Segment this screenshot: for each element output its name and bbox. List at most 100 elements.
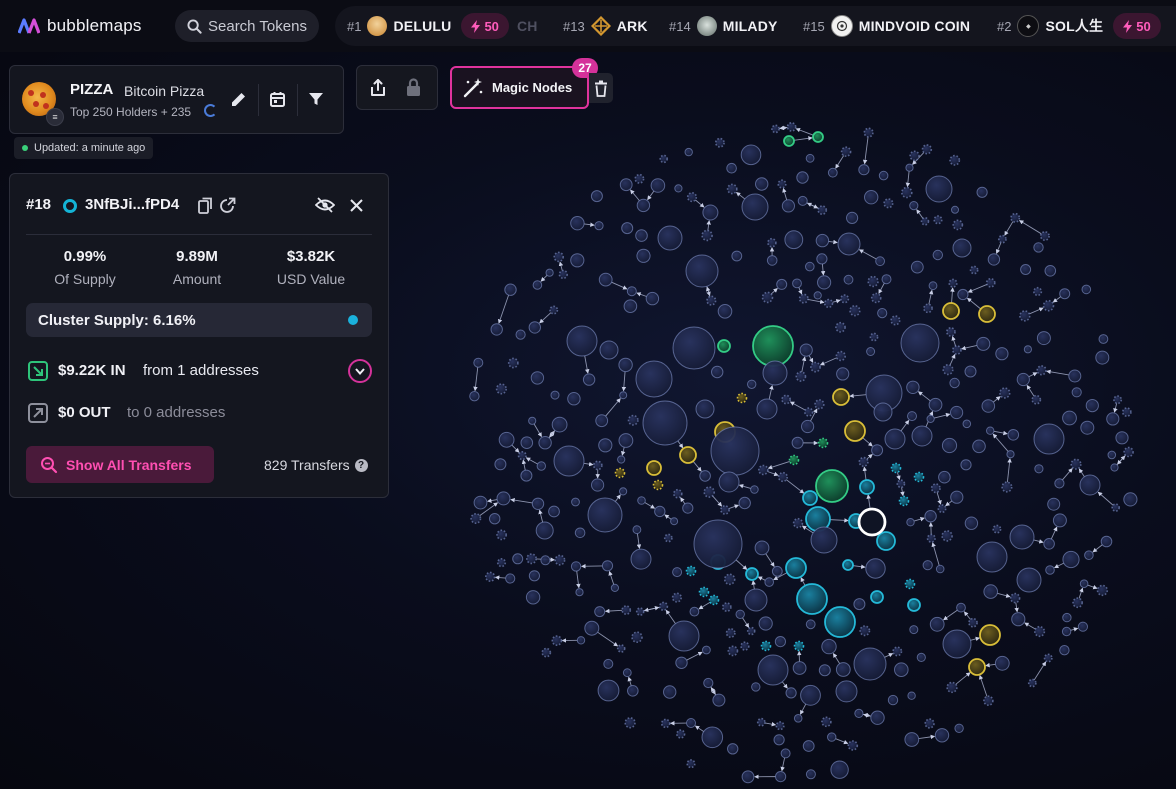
holder-bubble[interactable] (1016, 372, 1030, 387)
holder-bubble[interactable] (531, 497, 545, 510)
holder-bubble[interactable] (598, 438, 613, 453)
holder-bubble[interactable] (684, 147, 693, 157)
holder-bubble[interactable] (756, 717, 766, 727)
holder-bubble[interactable] (950, 490, 964, 504)
holder-bubble[interactable] (597, 679, 620, 702)
holder-bubble[interactable] (920, 217, 930, 226)
holder-bubble[interactable] (962, 419, 972, 429)
trending-token-mindvoid[interactable]: #15 MINDVOID COIN (803, 6, 970, 46)
holder-bubble[interactable] (701, 229, 713, 242)
holder-bubble[interactable] (635, 360, 673, 398)
show-all-transfers-button[interactable]: Show All Transfers (26, 446, 214, 483)
holder-bubble[interactable] (805, 769, 816, 780)
holder-bubble[interactable] (994, 655, 1010, 671)
holder-bubble[interactable] (817, 275, 832, 290)
holder-bubble[interactable] (952, 238, 972, 258)
holder-bubble[interactable] (672, 567, 683, 578)
holder-bubble[interactable] (541, 647, 552, 658)
holder-bubble[interactable] (867, 275, 879, 288)
holder-bubble[interactable] (494, 458, 507, 471)
holder-bubble[interactable] (636, 248, 651, 263)
help-icon[interactable]: ? (354, 458, 368, 472)
holder-bubble[interactable] (756, 398, 778, 420)
holder-bubble[interactable] (566, 325, 598, 357)
holder-bubble[interactable] (799, 343, 813, 357)
holder-bubble[interactable] (689, 606, 700, 617)
holder-bubble[interactable] (525, 553, 537, 565)
holder-bubble[interactable] (854, 708, 864, 719)
holder-bubble[interactable] (528, 321, 541, 334)
holder-bubble[interactable] (764, 577, 775, 587)
cluster-bubble-cyan[interactable] (802, 490, 818, 506)
holder-bubble[interactable] (710, 426, 760, 476)
holder-bubble[interactable] (535, 521, 554, 540)
wallet-address[interactable]: 3NfBJi...fPD4 (85, 196, 179, 213)
holder-bubble[interactable] (1111, 503, 1120, 512)
holder-bubble[interactable] (767, 237, 777, 248)
holder-bubble[interactable] (553, 445, 585, 477)
holder-bubble[interactable] (686, 759, 696, 769)
holder-bubble[interactable] (907, 411, 917, 422)
holder-bubble[interactable] (949, 377, 960, 389)
trending-token-sol-jinsei[interactable]: #2 ◆ SOL人生 50 (997, 6, 1161, 46)
holder-bubble[interactable] (1054, 478, 1065, 489)
holder-bubble[interactable] (983, 584, 999, 599)
magic-nodes-button[interactable]: Magic Nodes (450, 66, 589, 109)
holder-bubble[interactable] (735, 609, 745, 619)
holder-bubble[interactable] (1123, 492, 1138, 507)
holder-bubble[interactable] (758, 616, 773, 631)
holder-bubble[interactable] (883, 198, 894, 209)
holder-bubble[interactable] (532, 280, 543, 290)
holder-bubble[interactable] (827, 732, 837, 742)
holder-bubble[interactable] (972, 439, 986, 454)
holder-bubble[interactable] (723, 573, 736, 586)
holder-bubble[interactable] (1020, 264, 1032, 275)
holder-bubble[interactable] (840, 146, 852, 157)
holder-bubble[interactable] (775, 771, 787, 783)
holder-bubble[interactable] (983, 695, 994, 707)
holder-bubble[interactable] (909, 201, 919, 211)
holder-bubble[interactable] (933, 215, 943, 225)
holder-bubble[interactable] (932, 249, 943, 261)
holder-bubble[interactable] (969, 265, 979, 275)
holder-bubble[interactable] (554, 554, 566, 566)
holder-bubble[interactable] (545, 268, 554, 277)
holder-bubble[interactable] (490, 323, 503, 336)
holder-bubble[interactable] (635, 607, 645, 616)
holder-bubble[interactable] (599, 340, 619, 360)
cluster-bubble-cyan[interactable] (898, 495, 910, 507)
holder-bubble[interactable] (703, 677, 714, 689)
holder-bubble[interactable] (670, 517, 679, 526)
holder-bubble[interactable] (626, 286, 637, 297)
holder-bubble[interactable] (774, 636, 787, 648)
holder-bubble[interactable] (717, 303, 733, 319)
holder-bubble[interactable] (949, 154, 961, 166)
holder-bubble[interactable] (795, 371, 807, 382)
holder-bubble[interactable] (747, 379, 757, 389)
holder-bubble[interactable] (1042, 299, 1055, 312)
holder-bubble[interactable] (727, 743, 739, 755)
holder-bubble[interactable] (528, 416, 537, 425)
cluster-bubble-yellow[interactable] (978, 305, 996, 323)
holder-bubble[interactable] (952, 345, 962, 355)
cluster-bubble-yellow[interactable] (979, 624, 1001, 646)
holder-bubble[interactable] (695, 399, 715, 419)
holder-bubble[interactable] (792, 517, 804, 529)
holder-bubble[interactable] (793, 714, 803, 723)
holder-bubble[interactable] (816, 253, 828, 265)
holder-bubble[interactable] (591, 478, 605, 492)
holder-bubble[interactable] (505, 573, 516, 584)
holder-bubble[interactable] (1036, 365, 1047, 376)
holder-bubble[interactable] (574, 527, 586, 539)
trash-icon[interactable] (589, 73, 613, 103)
holder-bubble[interactable] (1031, 394, 1042, 405)
holder-bubble[interactable] (1044, 265, 1057, 277)
holder-bubble[interactable] (904, 732, 920, 747)
holder-bubble[interactable] (702, 645, 711, 655)
holder-bubble[interactable] (702, 204, 719, 221)
holder-bubble[interactable] (671, 592, 683, 603)
holder-bubble[interactable] (1123, 446, 1134, 458)
holder-bubble[interactable] (884, 428, 906, 450)
holder-bubble[interactable] (741, 770, 755, 784)
selected-wallet-bubble[interactable] (857, 507, 887, 537)
